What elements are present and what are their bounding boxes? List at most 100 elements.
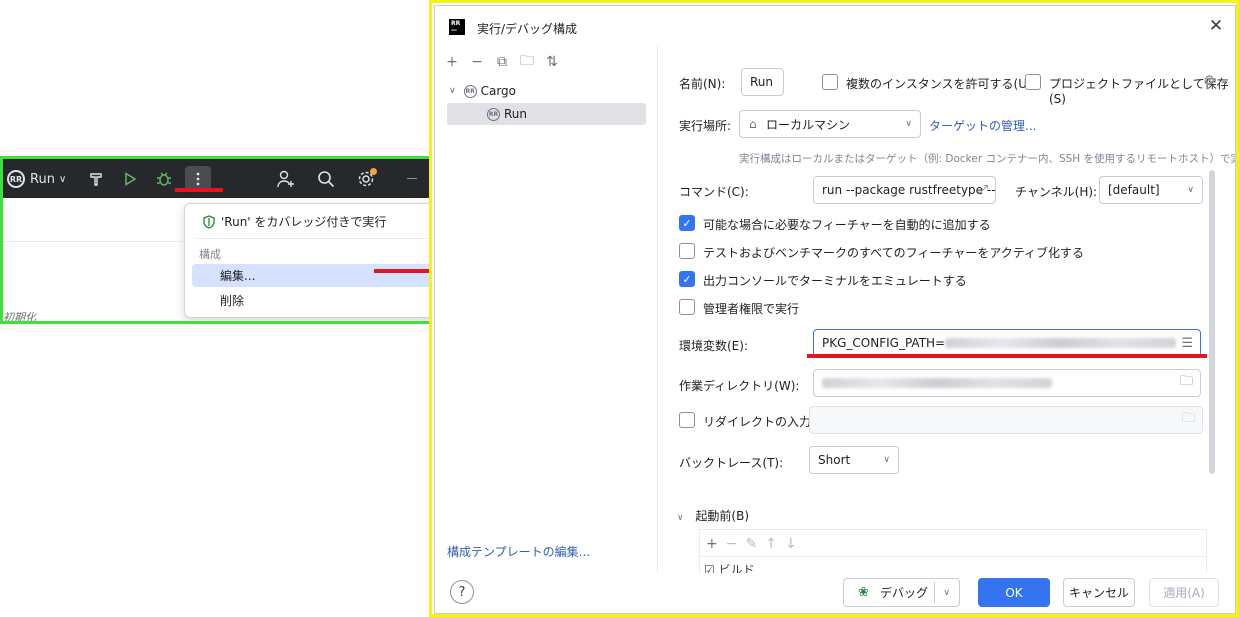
channel-dropdown[interactable]: [default] ∨ (1099, 176, 1203, 204)
redacted-value (822, 378, 1052, 388)
add-icon[interactable]: + (706, 536, 718, 552)
menu-section-header: 構成 (199, 248, 221, 261)
chevron-down-icon: ∨ (449, 86, 456, 96)
edit-list-icon[interactable]: ☰ (1181, 336, 1193, 351)
channel-label: チャンネル(H): (1015, 185, 1098, 199)
run-triangle-icon[interactable] (117, 166, 143, 192)
apply-button[interactable]: 適用(A) (1149, 578, 1219, 607)
debug-button[interactable]: ❀ デバッグ ∨ (843, 578, 960, 607)
backtrace-dropdown[interactable]: Short ∨ (809, 446, 899, 474)
emulate-terminal-checkbox[interactable]: ✓ (679, 271, 695, 287)
build-icon: ☑ (704, 563, 715, 573)
debug-bug-icon: ❀ (858, 585, 869, 600)
before-launch-list: ☑ ビルド (699, 556, 1207, 573)
debug-label: デバッグ (880, 586, 929, 600)
debug-bug-icon[interactable] (151, 166, 177, 192)
auto-add-features-checkbox[interactable]: ✓ (679, 215, 695, 231)
redirect-input-field[interactable]: 🗀 (809, 406, 1203, 434)
chevron-down-icon: ∨ (1187, 185, 1194, 195)
option-label: 可能な場合に必要なフィーチャーを自動的に追加する (703, 218, 991, 232)
new-folder-icon[interactable]: 🗀 (518, 50, 536, 74)
menu-item-run-with-coverage[interactable]: 'Run' をカバレッジ付きで実行 (192, 210, 446, 233)
before-launch-header[interactable]: ∨ 起動前(B) (677, 507, 749, 524)
before-launch-item-label: ビルド (718, 563, 755, 573)
tree-toolbar: + − ⧉ 🗀 ⇅ (443, 52, 561, 72)
channel-value: [default] (1108, 183, 1160, 197)
sort-icon[interactable]: ⇅ (543, 54, 561, 70)
hammer-icon[interactable] (83, 166, 109, 192)
dialog-body: RR — 実行/デバッグ構成 ✕ + − ⧉ 🗀 ⇅ ∨ RR Cargo RR … (434, 5, 1236, 614)
tree-item-label: Run (504, 107, 528, 121)
activate-all-features-checkbox[interactable] (679, 243, 695, 259)
remove-icon[interactable]: − (726, 536, 738, 552)
env-vars-field[interactable]: PKG_CONFIG_PATH= ☰ (813, 329, 1201, 357)
vertical-scrollbar[interactable] (1209, 170, 1215, 474)
workdir-field[interactable]: 🗀 (813, 369, 1201, 397)
remove-icon[interactable]: − (468, 54, 486, 70)
command-label: コマンド(C): (679, 185, 749, 199)
run-on-label: 実行場所: (679, 119, 732, 133)
env-vars-value: PKG_CONFIG_PATH= (822, 336, 946, 350)
help-icon[interactable]: ? (450, 580, 474, 604)
highlight-underline (175, 188, 223, 192)
allow-multiple-label: 複数のインスタンスを許可する(U) (846, 77, 1032, 91)
store-project-file-checkbox[interactable] (1025, 74, 1041, 90)
rust-rr-icon: RR (463, 84, 477, 98)
rust-rr-icon: RR (487, 107, 500, 121)
settings-gear-icon[interactable]: ⚙ (1203, 73, 1216, 89)
run-as-admin-checkbox[interactable] (679, 299, 695, 315)
env-vars-label: 環境変数(E): (679, 339, 748, 353)
folder-icon[interactable]: 🗀 (1180, 372, 1193, 394)
faded-editor-text: 初期化 (3, 311, 36, 324)
redirect-input-checkbox[interactable] (679, 412, 695, 428)
chevron-down-icon: ∨ (905, 119, 912, 129)
name-label: 名前(N): (679, 77, 726, 91)
config-tree-pane: + − ⧉ 🗀 ⇅ ∨ RR Cargo RR Run 構成テンプレートの編集.… (435, 46, 658, 573)
split-divider (934, 582, 935, 603)
ide-toolbar-snippet: RR Run ∨ 初期化 'Run' をカバレッジ付きで実行 構成 編集... … (0, 156, 456, 324)
run-config-label: Run (30, 171, 55, 187)
main-toolbar: RR Run ∨ (3, 159, 453, 198)
expand-icon[interactable]: ⤢ (978, 183, 988, 198)
close-icon[interactable]: ✕ (1205, 15, 1227, 37)
search-icon[interactable] (313, 166, 339, 192)
app-logo-icon: RR — (449, 19, 465, 35)
minimize-icon[interactable] (400, 166, 426, 192)
copy-icon[interactable]: ⧉ (493, 54, 511, 70)
run-on-dropdown[interactable]: ⌂ ローカルマシン ∨ (739, 110, 921, 138)
run-config-selector[interactable]: RR Run ∨ (7, 166, 66, 192)
coverage-shield-icon (203, 214, 215, 229)
allow-multiple-checkbox[interactable] (822, 74, 838, 90)
run-on-hint: 実行構成はローカルまたはターゲット（例: Docker コンテナー内、SSH を… (739, 153, 1235, 165)
dialog-footer: ? ❀ デバッグ ∨ OK キャンセル 適用(A) (435, 573, 1235, 615)
backtrace-value: Short (818, 453, 851, 467)
command-value: run --package rustfreetype -- (822, 183, 996, 197)
name-field[interactable]: Run (741, 68, 784, 96)
ok-button[interactable]: OK (978, 578, 1050, 607)
highlight-underline (807, 354, 1207, 358)
before-launch-toolbar: + − ✎ ↑ ↓ (699, 529, 1207, 557)
dialog-title: 実行/デバッグ構成 (477, 22, 578, 36)
settings-gear-icon[interactable] (353, 166, 379, 192)
add-user-icon[interactable] (273, 166, 299, 192)
notification-dot (370, 168, 377, 175)
cancel-button[interactable]: キャンセル (1063, 578, 1135, 607)
list-item[interactable]: ☑ ビルド (704, 561, 755, 573)
command-field[interactable]: run --package rustfreetype -- ⤢ (813, 176, 996, 204)
add-icon[interactable]: + (443, 54, 461, 70)
pencil-icon[interactable]: ✎ (745, 536, 757, 552)
chevron-down-icon[interactable]: ∨ (943, 588, 950, 598)
manage-targets-link[interactable]: ターゲットの管理... (929, 117, 1036, 134)
backtrace-label: バックトレース(T): (679, 456, 784, 470)
chevron-down-icon: ∨ (883, 455, 890, 465)
tree-item-run[interactable]: RR Run (447, 103, 646, 125)
menu-item-label: 'Run' をカバレッジ付きで実行 (221, 215, 387, 229)
redacted-value (945, 338, 1176, 348)
move-up-icon[interactable]: ↑ (765, 536, 777, 552)
before-launch-label: 起動前(B) (695, 509, 750, 523)
workdir-label: 作業ディレクトリ(W): (679, 379, 800, 393)
edit-templates-link[interactable]: 構成テンプレートの編集... (447, 543, 590, 560)
move-down-icon[interactable]: ↓ (785, 536, 797, 552)
tree-group-cargo[interactable]: ∨ RR Cargo (449, 80, 516, 102)
menu-item-label: 編集... (220, 269, 256, 283)
